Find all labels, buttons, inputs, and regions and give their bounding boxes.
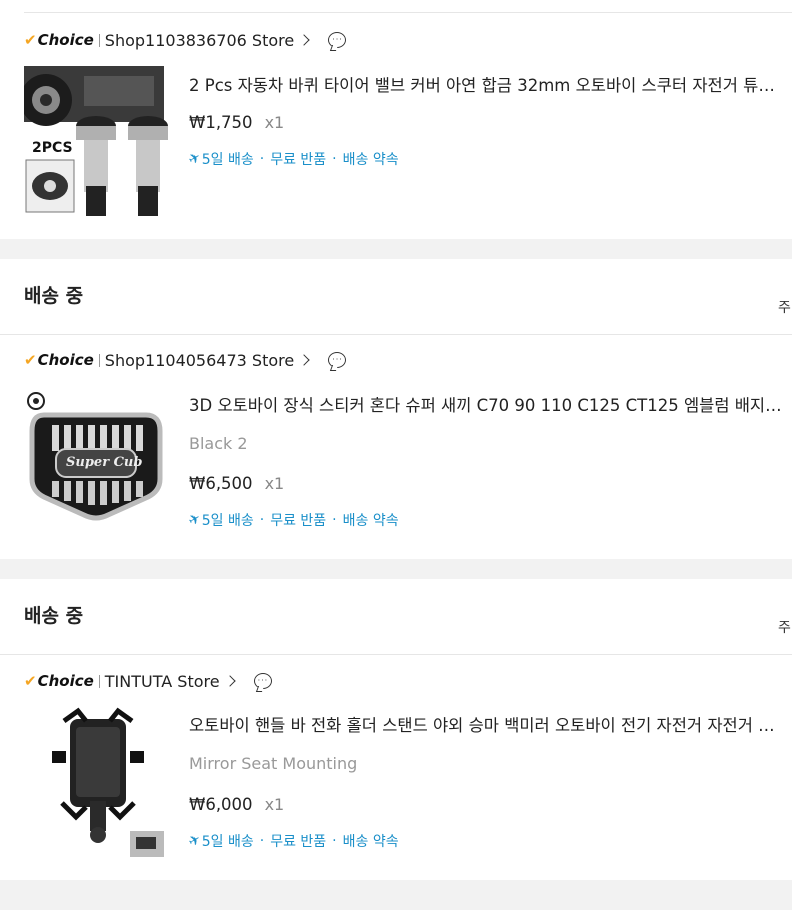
product-title[interactable]: 2 Pcs 자동차 바퀴 타이어 밸브 커버 아연 합금 32mm 오토바이 스… [189,72,785,96]
chat-icon[interactable]: ··· [328,352,347,368]
delivery-info: ✈ 5일 배송 · 무료 반품 · 배송 약속 [185,149,399,169]
quantity: x1 [264,474,285,493]
status-row: 배송 중 주 [0,259,792,335]
price: ₩1,750 [189,113,253,132]
check-icon: ✔ [24,31,37,49]
status-side-text[interactable]: 주 [778,617,792,637]
chevron-right-icon[interactable] [298,354,310,366]
product-variant: Mirror Seat Mounting [189,754,358,773]
status-title: 배송 중 [24,285,84,307]
phone-holder-image [24,707,168,857]
divider [98,674,100,688]
chevron-right-icon[interactable] [298,34,310,46]
price-row: ₩6,500 x1 [189,474,284,493]
order-card: 배송 중 주 ✔ Choice TINTUTA Store ··· 오토바이 핸들… [0,579,792,880]
divider [24,12,792,13]
order-card: ✔ Choice Shop1103836706 Store ··· 2PCS 2… [0,0,792,239]
status-title: 배송 중 [24,605,84,627]
image-label: 2PCS [32,140,73,156]
divider [98,353,100,367]
quantity: x1 [264,113,285,132]
delivery-info: ✈ 5일 배송 · 무료 반품 · 배송 약속 [185,831,399,851]
store-row: ✔ Choice TINTUTA Store ··· [24,669,272,693]
quantity: x1 [264,795,285,814]
check-icon: ✔ [24,672,37,690]
chevron-right-icon[interactable] [223,675,236,687]
status-row: 배송 중 주 [0,579,792,655]
store-link[interactable]: Shop1104056473 Store [105,351,294,370]
check-icon: ✔ [24,351,37,369]
chat-icon[interactable]: ··· [253,673,272,689]
choice-badge: ✔ Choice [24,351,94,369]
image-label: Super Cub [66,455,143,470]
store-link[interactable]: Shop1103836706 Store [105,31,294,50]
choice-badge: ✔ Choice [24,31,94,49]
order-card: 배송 중 주 ✔Choice Shop1104056473 Store ··· [0,259,792,559]
store-row: ✔ Choice Shop1103836706 Store ··· [24,28,347,52]
status-side-text[interactable]: 주 [778,297,792,317]
product-title[interactable]: 3D 오토바이 장식 스티커 혼다 슈퍼 새끼 C70 90 110 C125 … [189,392,785,416]
product-image[interactable]: 2PCS [20,66,168,216]
price-row: ₩1,750 x1 [189,113,284,132]
product-image[interactable] [24,707,168,857]
product-title[interactable]: 오토바이 핸들 바 전화 홀더 스탠드 야외 승마 백미러 오토바이 전기 자전… [189,712,785,736]
store-row: ✔ Choice Shop1104056473 Store ··· [24,348,347,372]
chat-icon[interactable]: ··· [328,32,347,48]
product-variant: Black 2 [189,434,248,453]
price: ₩6,500 [189,474,253,493]
divider [98,33,100,47]
price: ₩6,000 [189,795,253,814]
choice-badge: ✔ Choice [24,672,94,690]
delivery-info: ✈ 5일 배송 · 무료 반품 · 배송 약속 [185,510,399,530]
price-row: ₩6,000 x1 [189,795,284,814]
product-image[interactable]: Super Cub [24,387,168,537]
store-link[interactable]: TINTUTA Store [105,672,220,691]
